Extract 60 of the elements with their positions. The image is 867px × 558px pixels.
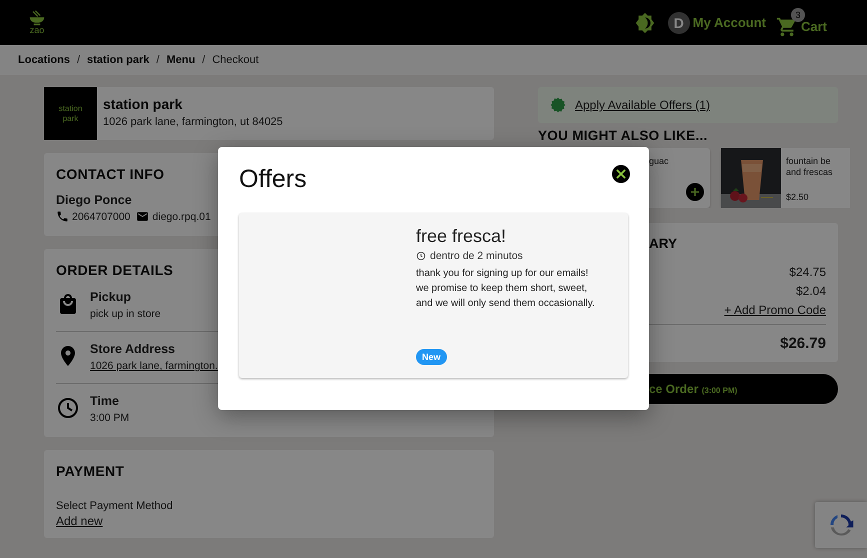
logo-text: zao: [30, 26, 44, 35]
breadcrumb-separator: /: [156, 54, 160, 66]
store-logo: station park: [44, 87, 97, 140]
clock-icon: [56, 396, 80, 420]
detail-label: Pickup: [90, 290, 132, 304]
theme-toggle[interactable]: [634, 12, 656, 34]
offer-time: dentro de 2 minutos: [430, 250, 523, 262]
total-amount: $26.79: [780, 335, 826, 352]
close-button[interactable]: [612, 165, 630, 183]
avatar: D: [668, 12, 690, 34]
section-title: ARY: [648, 236, 678, 251]
account-link[interactable]: D My Account: [668, 12, 766, 34]
product-card[interactable]: fountain be and frescas $2.50: [721, 148, 850, 208]
apply-offers-link[interactable]: Apply Available Offers (1): [575, 98, 710, 112]
add-button[interactable]: [686, 183, 704, 201]
product-price: $2.50: [786, 192, 810, 202]
cart-label: Cart: [800, 19, 827, 34]
plus-icon: [690, 187, 700, 197]
offer-title: free fresca!: [416, 226, 506, 247]
section-title: CONTACT INFO: [56, 166, 164, 182]
breadcrumb-separator: /: [202, 54, 206, 66]
promo-code-link[interactable]: + Add Promo Code: [724, 301, 826, 320]
clock-icon: [416, 251, 426, 261]
add-new-link[interactable]: Add new: [56, 514, 103, 528]
dialog-title: Offers: [239, 165, 307, 194]
section-title: ORDER DETAILS: [56, 262, 174, 278]
phone-icon: [56, 210, 69, 223]
close-icon: [612, 165, 630, 183]
section-title: PAYMENT: [56, 463, 124, 479]
offer-card[interactable]: free fresca! dentro de 2 minutos thank you for signing up for our emails! we promise to keep them short, sweet, and we will only send them occasionally. New: [239, 213, 628, 378]
section-title: YOU MIGHT ALSO LIKE...: [538, 128, 709, 143]
email-address: diego.rpq.01: [152, 210, 211, 222]
amount: $24.75: [789, 264, 826, 281]
detail-label: Store Address: [90, 342, 176, 356]
breadcrumb-item[interactable]: Menu: [166, 54, 196, 66]
address-link[interactable]: 1026 park lane, farmington.: [90, 360, 218, 372]
detail-value: 3:00 PM: [90, 412, 130, 424]
amount: $2.04: [796, 283, 826, 300]
store-name-link[interactable]: station park: [103, 96, 283, 112]
bowl-icon: [27, 10, 47, 26]
brightness-icon: [634, 12, 656, 34]
cart-link[interactable]: 3 Cart: [776, 8, 827, 38]
product-name: fountain be and frescas: [786, 155, 834, 178]
payment-method-label: Select Payment Method: [56, 500, 174, 512]
account-label: My Account: [692, 15, 766, 30]
contact-name: Diego Ponce: [56, 193, 133, 207]
store-address: 1026 park lane, farmington, ut 84025: [103, 116, 283, 128]
breadcrumb-item[interactable]: station park: [87, 54, 150, 66]
product-name: guac: [649, 155, 669, 168]
new-badge: New: [416, 349, 447, 365]
phone-number: 2064707000: [72, 210, 130, 222]
offer-description: thank you for signing up for our emails! we promise to keep them short, sweet, and we will only send them occasionally.: [416, 267, 596, 311]
breadcrumb-separator: /: [76, 54, 80, 66]
detail-label: Time: [90, 394, 120, 408]
cart-count: 3: [790, 8, 805, 22]
breadcrumb-item[interactable]: Locations: [18, 54, 70, 66]
email-icon: [136, 210, 150, 223]
breadcrumb-item: Checkout: [212, 54, 259, 66]
detail-value: pick up in store: [90, 308, 161, 320]
seal-icon: [550, 97, 566, 113]
